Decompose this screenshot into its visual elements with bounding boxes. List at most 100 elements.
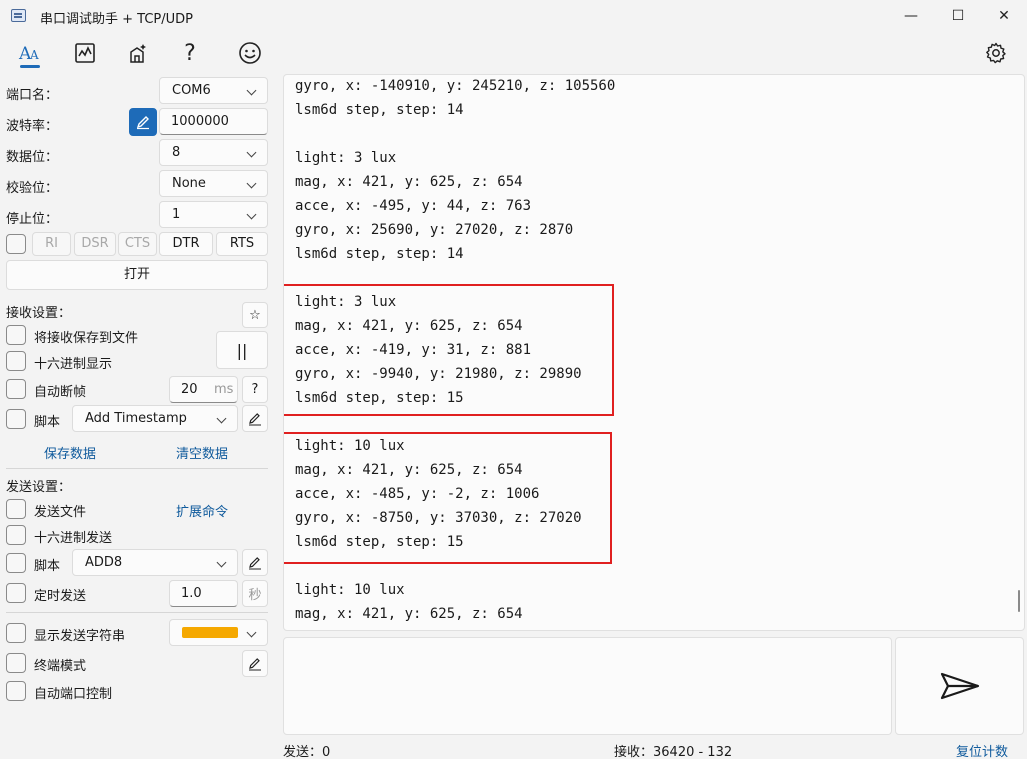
baud-label: 波特率： [6,119,59,134]
receive-script-label: 脚本 [34,415,61,430]
chart-icon[interactable] [72,40,98,66]
receive-script-select[interactable]: Add Timestamp [72,405,238,432]
chevron-down-icon [216,413,227,424]
timed-send-label: 定时发送 [34,589,87,604]
log-line: lsm6d step, step: 14 [295,102,464,118]
send-color-select[interactable] [169,619,268,646]
send-icon [940,672,979,700]
help-icon[interactable]: ? [242,376,268,403]
log-line: acce, x: -495, y: 44, z: 763 [295,198,532,214]
databits-select[interactable]: 8 [159,139,268,166]
vertical-scrollbar[interactable] [1018,590,1020,612]
save-to-file-checkbox[interactable] [6,325,26,345]
dtr-button[interactable]: DTR [159,232,213,256]
minimize-button[interactable]: — [888,4,934,28]
log-line: gyro, x: -140910, y: 245210, z: 105560 [295,78,616,94]
show-send-label: 显示发送字符串 [34,629,126,644]
terminal-edit-icon[interactable] [242,650,268,677]
stopbits-value: 1 [172,207,181,222]
close-button[interactable]: ✕ [981,4,1027,28]
stopbits-select[interactable]: 1 [159,201,268,228]
send-script-value: ADD8 [85,555,123,570]
send-file-checkbox[interactable] [6,499,26,519]
color-swatch [182,627,238,638]
received-count: 接收：36420 - 132 [614,745,733,759]
log-line: lsm6d step, step: 14 [295,246,464,262]
dsr-button[interactable]: DSR [74,232,116,256]
chevron-down-icon [216,557,227,568]
chevron-down-icon [246,178,257,189]
auto-frame-checkbox[interactable] [6,379,26,399]
parity-value: None [172,176,206,191]
receive-text-area[interactable]: gyro, x: -140910, y: 245210, z: 105560 ls… [283,74,1025,631]
reset-count-link[interactable]: 复位计数 [956,741,1008,759]
baud-input[interactable]: 1000000 [159,108,268,135]
databits-value: 8 [172,145,181,160]
port-select[interactable]: COM6 [159,77,268,104]
terminal-mode-label: 终端模式 [34,659,87,674]
pause-button[interactable]: || [216,331,268,369]
log-line: mag, x: 421, y: 625, z: 654 [295,606,523,622]
frame-timeout-input[interactable]: 20 ms [169,376,238,403]
font-icon[interactable]: AA [17,40,43,66]
send-script-edit-icon[interactable] [242,549,268,576]
rts-button[interactable]: RTS [216,232,268,256]
baud-edit-icon[interactable] [129,108,157,136]
highlight-box [284,432,612,564]
terminal-mode-checkbox[interactable] [6,653,26,673]
log-line: mag, x: 421, y: 625, z: 654 [295,174,523,190]
send-settings-title: 发送设置： [6,480,72,495]
settings-icon[interactable] [983,40,1009,66]
send-script-select[interactable]: ADD8 [72,549,238,576]
clear-data-link[interactable]: 清空数据 [176,443,228,462]
toolbar-active-indicator [20,65,40,68]
smiley-icon[interactable] [237,40,263,66]
window-title: 串口调试助手 + TCP/UDP [40,12,193,27]
hex-send-checkbox[interactable] [6,525,26,545]
hex-display-label: 十六进制显示 [34,357,113,372]
open-port-button[interactable]: 打开 [6,260,268,290]
signals-checkbox[interactable] [6,234,26,254]
receive-settings-title: 接收设置： [6,306,72,321]
hex-send-label: 十六进制发送 [34,531,113,546]
log-line: light: 3 lux [295,150,397,166]
frame-timeout-value: 20 [181,382,198,397]
port-value: COM6 [172,83,211,98]
receive-script-checkbox[interactable] [6,409,26,429]
cts-button[interactable]: CTS [118,232,157,256]
send-script-checkbox[interactable] [6,553,26,573]
save-to-file-label: 将接收保存到文件 [34,331,139,346]
databits-label: 数据位： [6,150,59,165]
chevron-down-icon [246,627,257,638]
star-icon[interactable]: ☆ [242,302,268,328]
timed-send-unit: 秒 [242,580,268,607]
send-button[interactable] [895,637,1024,735]
chevron-down-icon [246,147,257,158]
help-icon[interactable]: ? [177,40,203,66]
maximize-button[interactable]: ☐ [935,4,981,28]
show-send-checkbox[interactable] [6,623,26,643]
title-bar: 串口调试助手 + TCP/UDP — ☐ ✕ [0,0,1027,32]
magic-icon[interactable] [125,40,151,66]
app-icon [11,9,26,22]
hex-display-checkbox[interactable] [6,351,26,371]
sent-count: 发送：0 [283,745,331,759]
extend-command-link[interactable]: 扩展命令 [176,501,228,520]
timed-send-checkbox[interactable] [6,583,26,603]
ri-button[interactable]: RI [32,232,71,256]
section-divider [6,612,268,613]
parity-select[interactable]: None [159,170,268,197]
send-input[interactable] [283,637,892,735]
timed-send-value: 1.0 [181,586,202,601]
auto-port-checkbox[interactable] [6,681,26,701]
auto-port-label: 自动端口控制 [34,687,113,702]
receive-script-value: Add Timestamp [85,411,187,426]
log-line: gyro, x: 25690, y: 27020, z: 2870 [295,222,574,238]
timed-send-input[interactable]: 1.0 [169,580,238,607]
receive-script-edit-icon[interactable] [242,405,268,432]
auto-frame-label: 自动断帧 [34,385,87,400]
save-data-link[interactable]: 保存数据 [44,443,96,462]
chevron-down-icon [246,85,257,96]
log-line: light: 10 lux [295,582,405,598]
highlight-box [284,284,614,416]
